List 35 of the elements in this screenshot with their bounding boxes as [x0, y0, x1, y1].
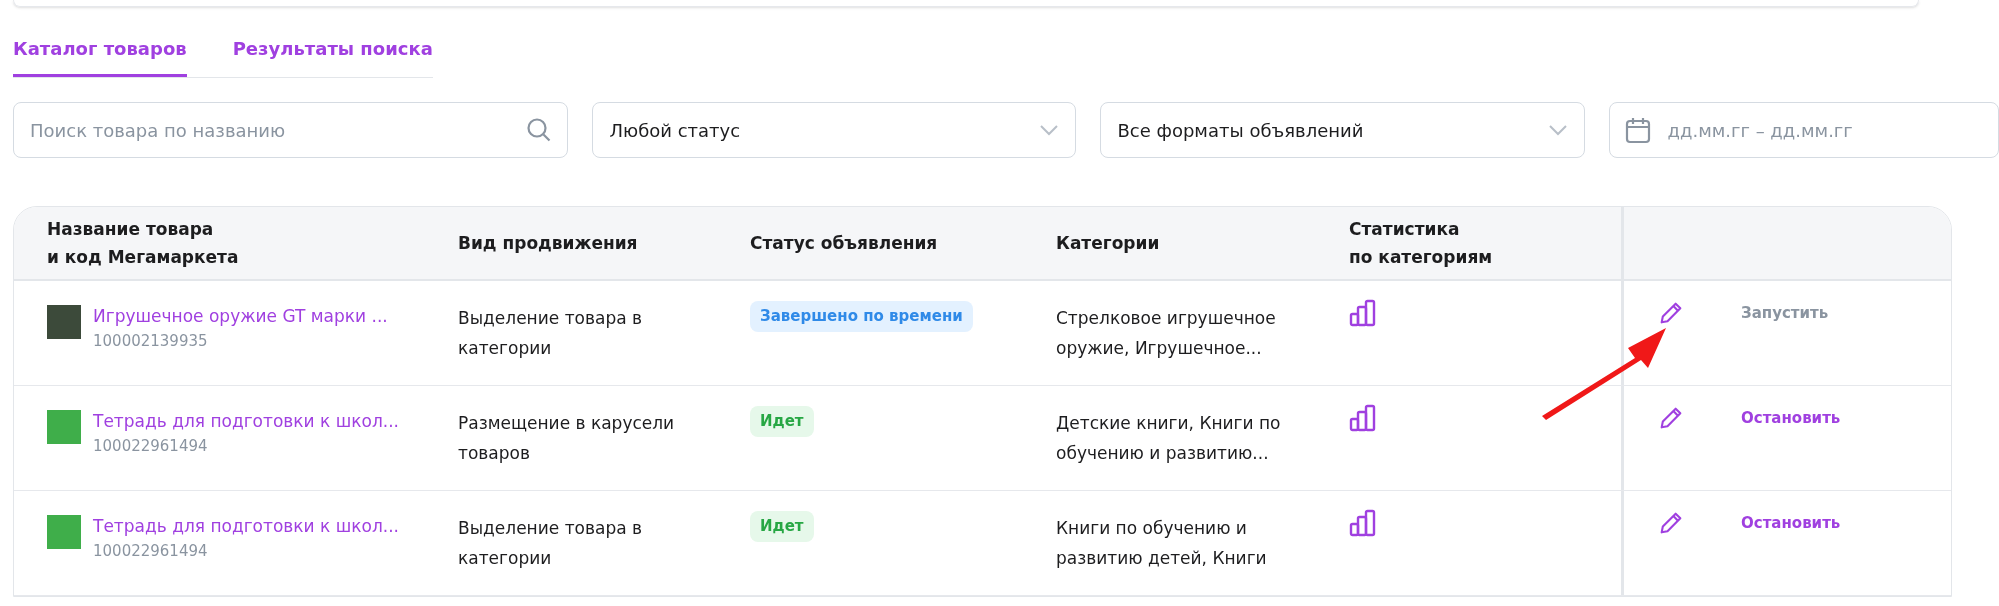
categories-text: Книги по обучению и развитию детей, Книги — [1056, 517, 1268, 570]
product-code: 100022961494 — [93, 541, 209, 562]
product-link[interactable]: Игрушечное оружие GT марки ... — [93, 303, 388, 329]
action-button[interactable]: Остановить — [1741, 511, 1841, 535]
chevron-down-icon — [1547, 124, 1568, 136]
product-photo — [47, 515, 81, 549]
column-header: Вид продвижения — [458, 232, 639, 255]
product-photo — [47, 410, 81, 444]
search-icon — [526, 117, 553, 143]
product-link[interactable]: Тетрадь для подготовки к школ... — [93, 408, 399, 434]
categories-text: Стрелковое игрушечное оружие, Игрушечное... — [1056, 307, 1277, 360]
product-link[interactable]: Тетрадь для подготовки к школ... — [93, 513, 399, 539]
column-header: Статистика по категориям — [1349, 207, 1624, 279]
categories-text: Детские книги, Книги по обучению и развитию... — [1056, 412, 1282, 465]
search-field[interactable]: Поиск товара по названию — [13, 102, 569, 158]
product-code: 100002139935 — [93, 331, 209, 352]
status-badge: Идет — [750, 406, 814, 437]
calendar-icon — [1624, 116, 1651, 144]
tab[interactable]: Каталог товаров — [13, 35, 187, 77]
column-header: Название товара и код Мегамаркета — [46, 218, 240, 269]
status-badge: Идет — [750, 511, 814, 542]
action-button[interactable]: Остановить — [1741, 406, 1841, 430]
chevron-down-icon — [1039, 124, 1060, 136]
date-range-field[interactable]: дд.мм.гг – дд.мм.гг — [1608, 102, 1999, 158]
status-badge: Завершено по времени — [750, 301, 973, 332]
promotion-type: Выделение товара в категории — [458, 517, 644, 570]
promotion-type: Выделение товара в категории — [458, 307, 644, 360]
product-photo — [47, 305, 81, 339]
column-header: Статус объявления — [750, 232, 939, 255]
promotion-type: Размещение в карусели товаров — [458, 412, 676, 465]
column-header: Категории — [1056, 232, 1161, 255]
status-dropdown[interactable]: Любой статус — [592, 102, 1077, 158]
product-code: 100022961494 — [93, 436, 209, 457]
format-dropdown[interactable]: Все форматы объявлений — [1100, 102, 1585, 158]
tab[interactable]: Результаты поиска — [232, 35, 433, 77]
